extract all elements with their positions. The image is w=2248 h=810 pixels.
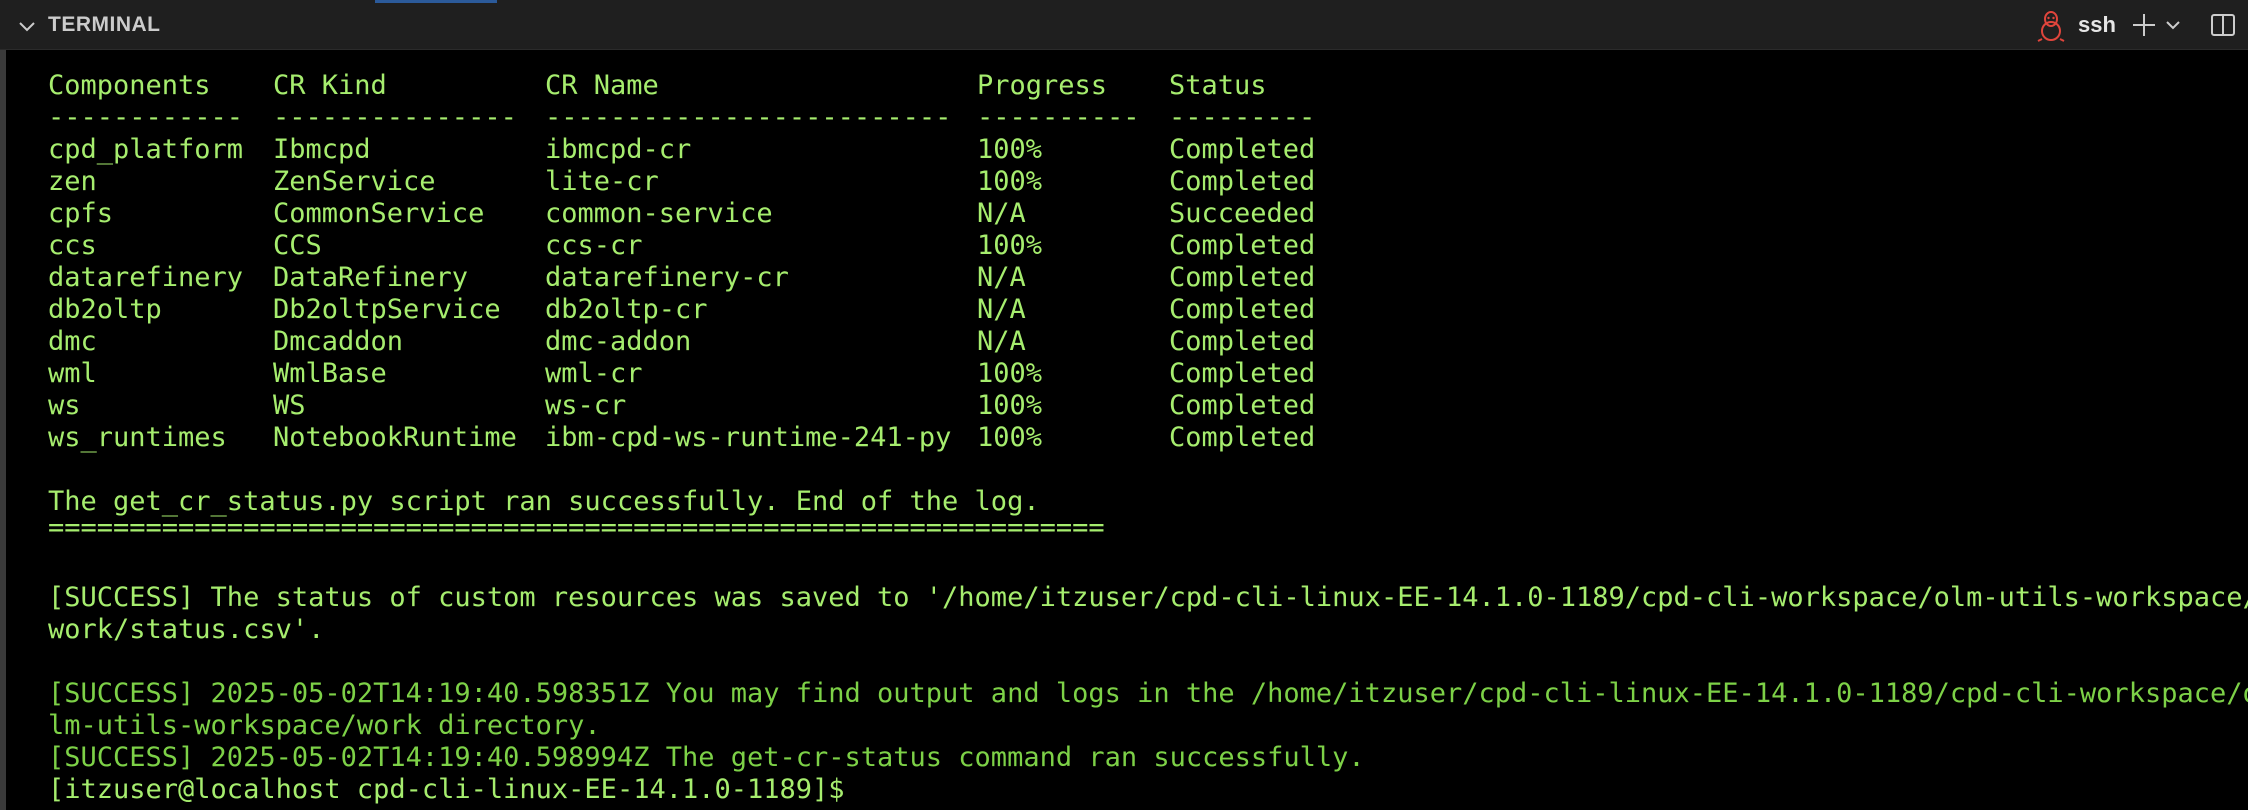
cell-progress: 100% bbox=[977, 390, 1043, 421]
cell-cr-kind: WS bbox=[273, 390, 306, 421]
cell-cr-name: dmc-addon bbox=[545, 326, 692, 357]
cell-progress: N/A bbox=[977, 326, 1026, 357]
terminal-dropdown-chevron-icon[interactable] bbox=[2164, 18, 2182, 32]
header-cr-kind: CR Kind bbox=[273, 70, 387, 101]
active-tab-indicator bbox=[375, 0, 497, 3]
cell-status: Completed bbox=[1169, 134, 1316, 165]
cell-status: Completed bbox=[1169, 390, 1316, 421]
cell-cr-kind: Db2oltpService bbox=[273, 294, 501, 325]
saved-status-line-1: [SUCCESS] The status of custom resources… bbox=[48, 582, 2248, 613]
cell-status: Completed bbox=[1169, 358, 1316, 389]
separator-cr-kind: --------------- bbox=[273, 102, 517, 133]
cell-component: ccs bbox=[48, 230, 97, 261]
logs-location-line-2: lm-utils-workspace/work directory. bbox=[48, 710, 601, 741]
cell-progress: 100% bbox=[977, 166, 1043, 197]
shell-prompt[interactable]: [itzuser@localhost cpd-cli-linux-EE-14.1… bbox=[48, 774, 845, 806]
cell-progress: N/A bbox=[977, 294, 1026, 325]
cell-progress: N/A bbox=[977, 262, 1026, 293]
terminal-profile-label[interactable]: ssh bbox=[2078, 12, 2116, 38]
cell-status: Completed bbox=[1169, 422, 1316, 453]
terminal-output-area[interactable]: Components CR Kind CR Name Progress Stat… bbox=[0, 50, 2248, 810]
cell-cr-kind: Ibmcpd bbox=[273, 134, 371, 165]
logs-location-line-1: [SUCCESS] 2025-05-02T14:19:40.598351Z Yo… bbox=[48, 678, 2248, 709]
cell-cr-kind: NotebookRuntime bbox=[273, 422, 517, 453]
cell-progress: 100% bbox=[977, 230, 1043, 261]
cell-progress: 100% bbox=[977, 358, 1043, 389]
cell-progress: 100% bbox=[977, 422, 1043, 453]
cell-component: ws bbox=[48, 390, 81, 421]
cell-component: ws_runtimes bbox=[48, 422, 227, 453]
cell-cr-name: lite-cr bbox=[545, 166, 659, 197]
separator-progress: ---------- bbox=[977, 102, 1140, 133]
cell-cr-kind: WmlBase bbox=[273, 358, 387, 389]
chevron-down-icon[interactable] bbox=[16, 15, 38, 37]
cell-component: zen bbox=[48, 166, 97, 197]
cell-status: Completed bbox=[1169, 230, 1316, 261]
separator-status: --------- bbox=[1169, 102, 1316, 133]
split-panel-icon[interactable] bbox=[2210, 12, 2236, 38]
cell-cr-kind: ZenService bbox=[273, 166, 436, 197]
cell-progress: 100% bbox=[977, 134, 1043, 165]
cell-cr-name: ibmcpd-cr bbox=[545, 134, 692, 165]
cell-component: db2oltp bbox=[48, 294, 162, 325]
cell-cr-name: ibm-cpd-ws-runtime-241-py bbox=[545, 422, 952, 453]
cell-progress: N/A bbox=[977, 198, 1026, 229]
new-terminal-plus-icon[interactable] bbox=[2130, 11, 2158, 39]
cell-cr-name: ws-cr bbox=[545, 390, 627, 421]
cell-status: Completed bbox=[1169, 166, 1316, 197]
cell-component: datarefinery bbox=[48, 262, 244, 293]
cell-cr-kind: DataRefinery bbox=[273, 262, 469, 293]
cell-cr-kind: CCS bbox=[273, 230, 322, 261]
header-components: Components bbox=[48, 70, 211, 101]
cell-component: wml bbox=[48, 358, 97, 389]
header-progress: Progress bbox=[977, 70, 1108, 101]
cell-cr-name: ccs-cr bbox=[545, 230, 643, 261]
cell-cr-name: datarefinery-cr bbox=[545, 262, 789, 293]
header-status: Status bbox=[1169, 70, 1267, 101]
cell-cr-name: wml-cr bbox=[545, 358, 643, 389]
cell-component: dmc bbox=[48, 326, 97, 357]
cell-cr-kind: Dmcaddon bbox=[273, 326, 404, 357]
cell-cr-name: common-service bbox=[545, 198, 773, 229]
cell-component: cpfs bbox=[48, 198, 114, 229]
panel-title[interactable]: TERMINAL bbox=[48, 13, 161, 37]
cell-component: cpd_platform bbox=[48, 134, 244, 165]
cell-status: Completed bbox=[1169, 262, 1316, 293]
header-cr-name: CR Name bbox=[545, 70, 659, 101]
cell-cr-name: db2oltp-cr bbox=[545, 294, 708, 325]
separator-components: ------------ bbox=[48, 102, 244, 133]
separator-cr-name: ------------------------- bbox=[545, 102, 952, 133]
terminal-panel-header: TERMINAL ssh bbox=[0, 0, 2248, 50]
cell-status: Completed bbox=[1169, 326, 1316, 357]
command-success-line: [SUCCESS] 2025-05-02T14:19:40.598994Z Th… bbox=[48, 742, 1365, 773]
cell-cr-kind: CommonService bbox=[273, 198, 485, 229]
linux-icon[interactable] bbox=[2036, 10, 2066, 42]
cell-status: Completed bbox=[1169, 294, 1316, 325]
cell-status: Succeeded bbox=[1169, 198, 1316, 229]
saved-status-line-2: work/status.csv'. bbox=[48, 614, 325, 645]
divider-line: ========================================… bbox=[48, 512, 1105, 543]
